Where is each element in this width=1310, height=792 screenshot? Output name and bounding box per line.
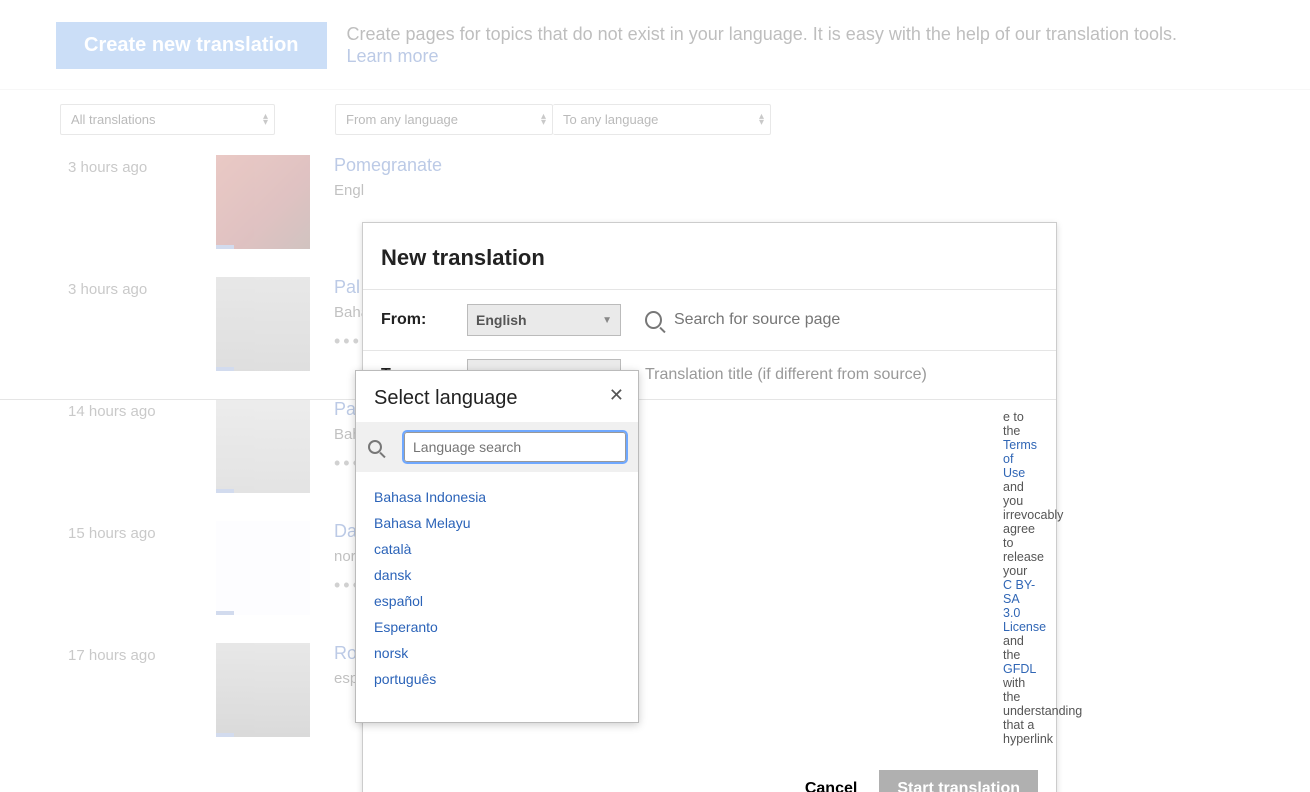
gfdl-link[interactable]: GFDL: [1003, 662, 1036, 676]
chevron-down-icon: ▼: [602, 315, 612, 326]
from-language-value: English: [476, 312, 527, 328]
terms-of-use-link[interactable]: Terms of Use: [1003, 438, 1037, 480]
language-option[interactable]: dansk: [374, 562, 620, 588]
row-thumbnail: [216, 277, 310, 371]
language-option[interactable]: norsk: [374, 640, 620, 666]
language-option[interactable]: Esperanto: [374, 614, 620, 640]
start-translation-button[interactable]: Start translation: [879, 770, 1038, 792]
topbar-subtitle: Create pages for topics that do not exis…: [347, 22, 1177, 46]
search-icon: [645, 311, 662, 329]
language-option[interactable]: Bahasa Melayu: [374, 510, 620, 536]
modal-title: New translation: [363, 223, 1056, 289]
row-timestamp: 3 hours ago: [68, 155, 216, 249]
language-search-input[interactable]: [404, 432, 626, 462]
select-language-popover: Select language ✕ Bahasa IndonesiaBahasa…: [355, 370, 639, 723]
language-option[interactable]: português: [374, 666, 620, 692]
filter-to-language[interactable]: To any language ▴▾: [553, 104, 771, 135]
language-option[interactable]: català: [374, 536, 620, 562]
from-label: From:: [381, 311, 467, 329]
chevron-updown-icon: ▴▾: [263, 114, 268, 126]
learn-more-link[interactable]: Learn more: [347, 46, 439, 66]
language-option[interactable]: español: [374, 588, 620, 614]
chevron-updown-icon: ▴▾: [541, 114, 546, 126]
cc-license-link[interactable]: C BY-SA 3.0 License: [1003, 578, 1046, 634]
filter-from-language[interactable]: From any language ▴▾: [335, 104, 553, 135]
from-language-select[interactable]: English ▼: [467, 304, 621, 336]
popover-title: Select language: [374, 385, 517, 412]
source-page-search-input[interactable]: [674, 311, 1038, 329]
row-title[interactable]: Pomegranate: [334, 155, 442, 176]
row-timestamp: 3 hours ago: [68, 277, 216, 371]
filter-to-label: To any language: [563, 112, 658, 127]
translation-title-input[interactable]: Translation title (if different from sou…: [645, 360, 927, 390]
chevron-updown-icon: ▴▾: [759, 114, 764, 126]
close-icon[interactable]: ✕: [609, 385, 624, 406]
filter-from-label: From any language: [346, 112, 458, 127]
filter-all-translations[interactable]: All translations ▴▾: [60, 104, 275, 135]
language-option[interactable]: Bahasa Indonesia: [374, 484, 620, 510]
filter-all-label: All translations: [71, 112, 156, 127]
search-icon: [368, 440, 382, 454]
create-translation-button[interactable]: Create new translation: [56, 22, 327, 69]
row-thumbnail: [216, 155, 310, 249]
cancel-button[interactable]: Cancel: [805, 780, 857, 792]
row-language: Engl: [334, 182, 442, 199]
